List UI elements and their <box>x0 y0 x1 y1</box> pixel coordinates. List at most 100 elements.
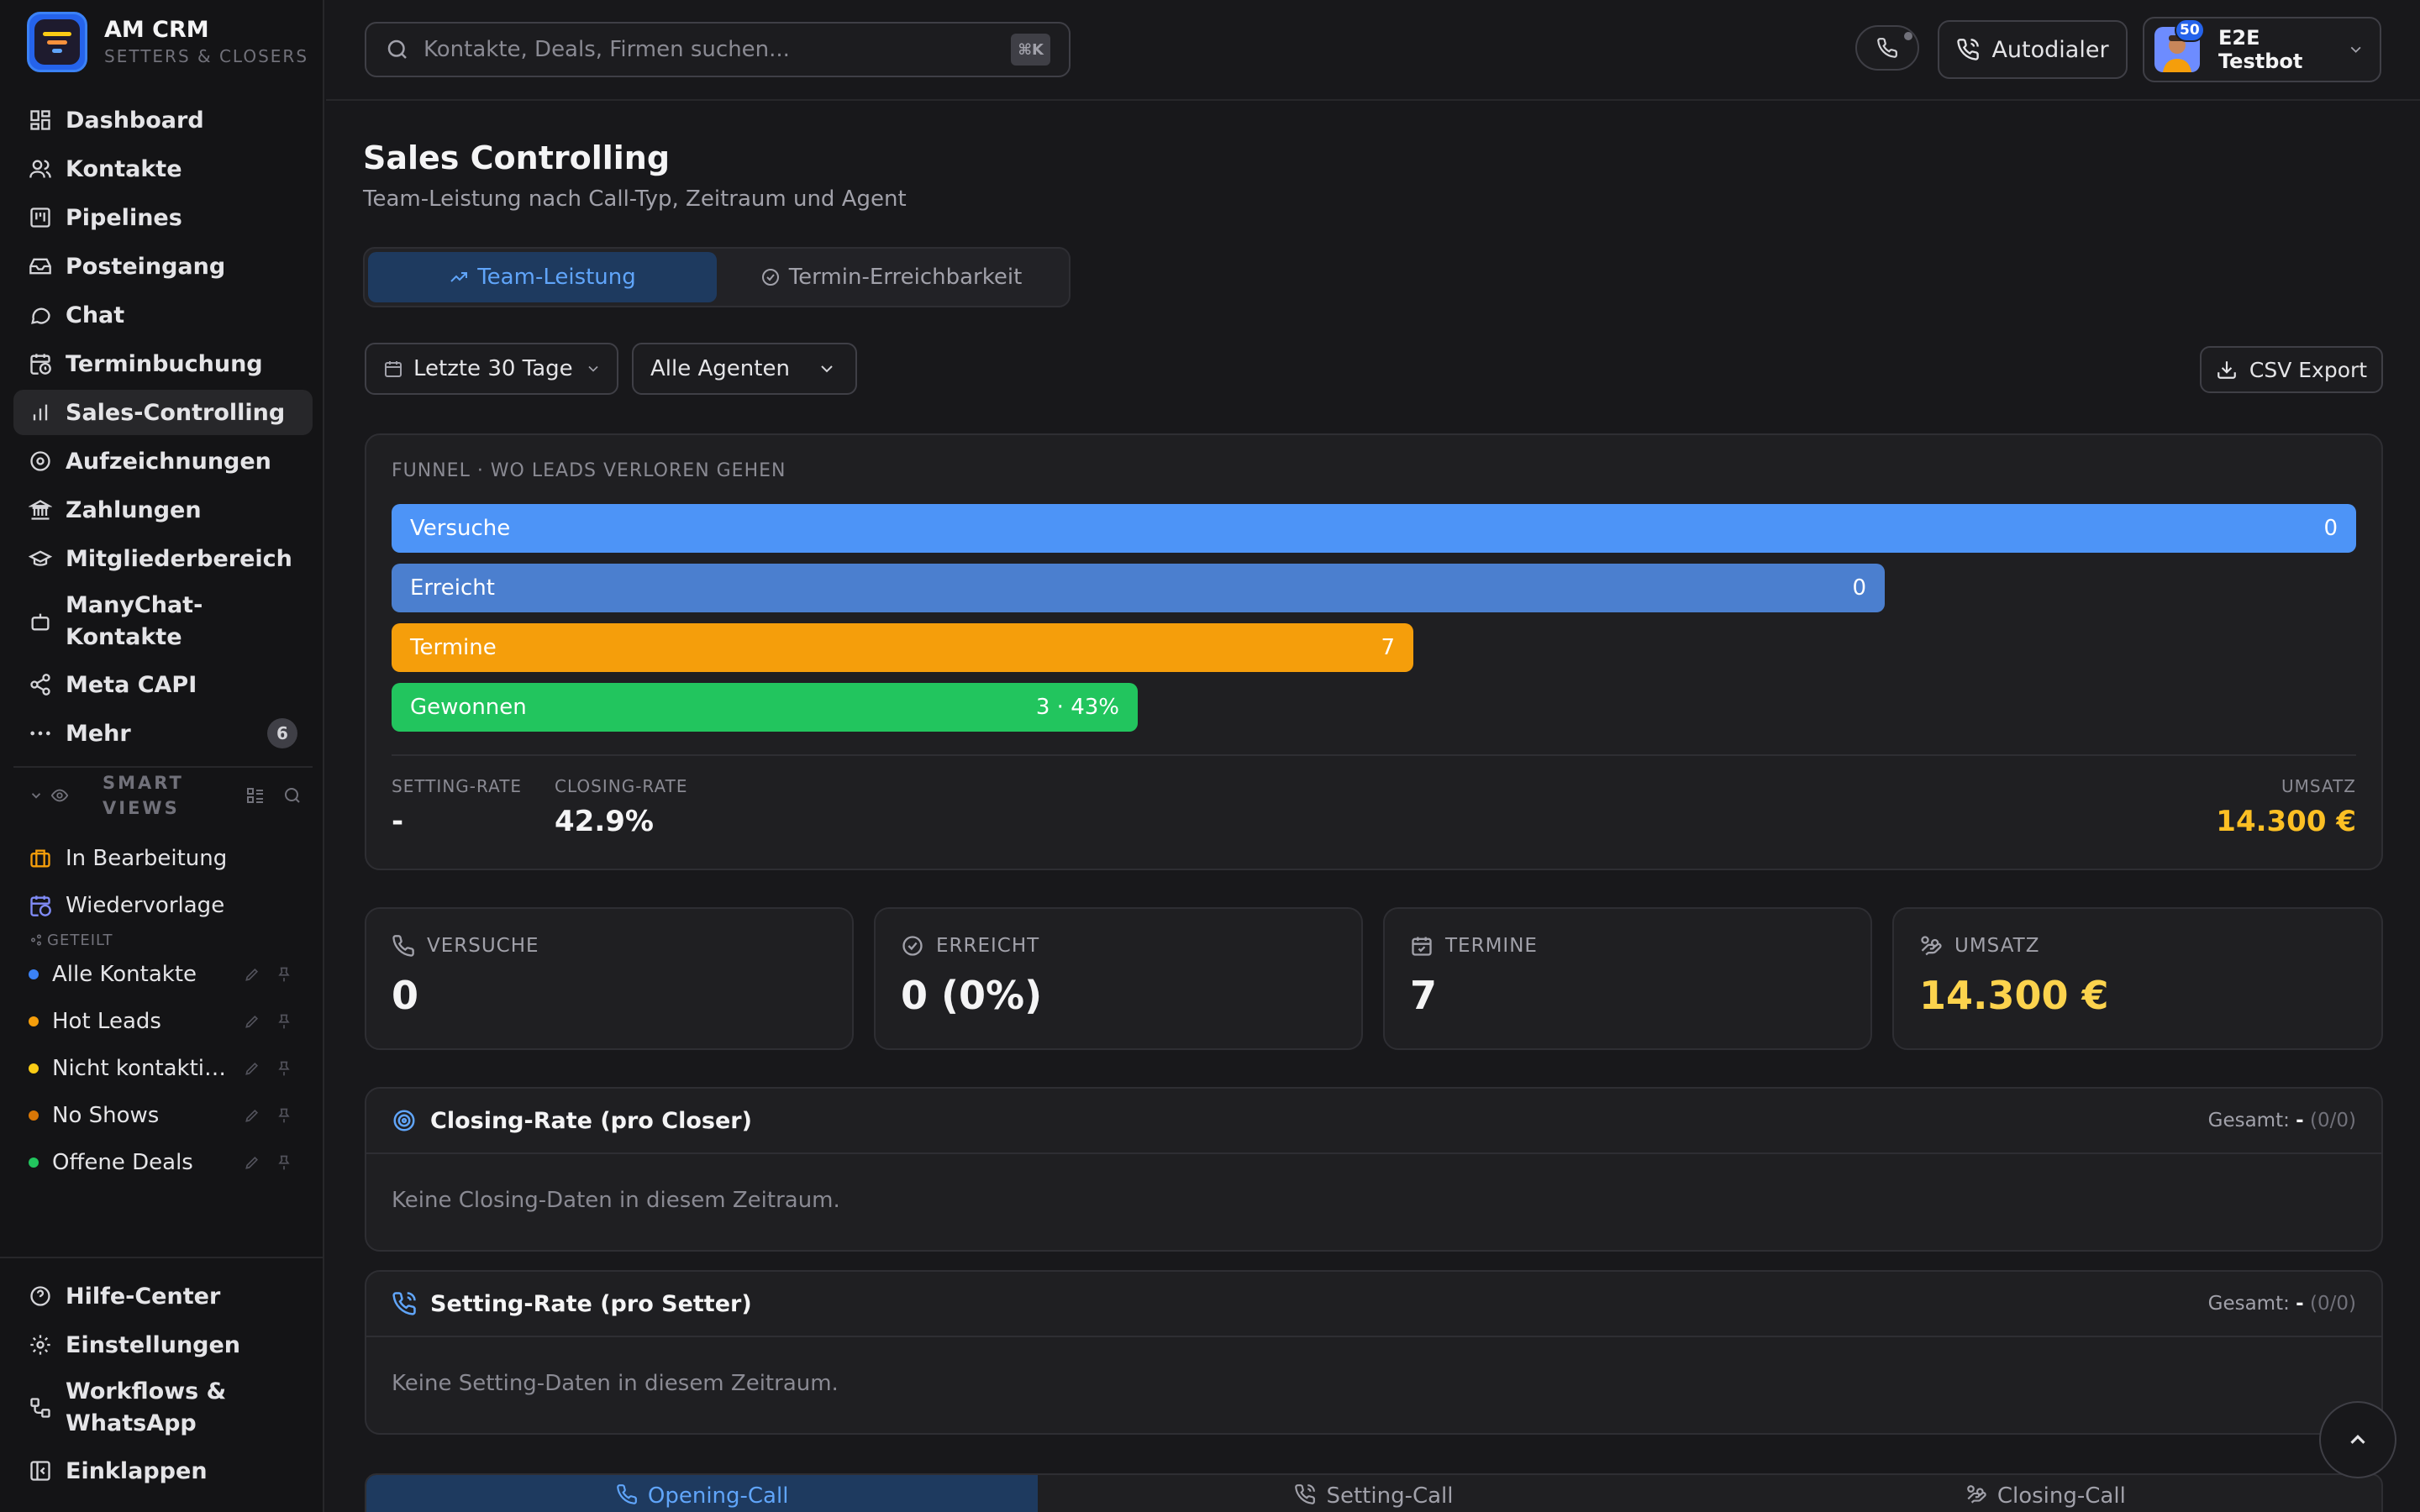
shared-view-label: Offene Deals <box>52 1150 193 1175</box>
nav-item-terminbuchung[interactable]: Terminbuchung <box>13 341 313 386</box>
stat-label: TERMINE <box>1445 935 1538 957</box>
shared-view-label: No Shows <box>52 1103 160 1128</box>
setting-total: Gesamt: - (0/0) <box>2208 1293 2356 1315</box>
nav-item-hilfe-center[interactable]: Hilfe-Center <box>13 1273 311 1319</box>
eye-icon[interactable] <box>50 786 69 805</box>
tab-label: Team-Leistung <box>477 265 636 290</box>
nav-item-posteingang[interactable]: Posteingang <box>13 244 313 289</box>
nav-item-einstellungen[interactable]: Einstellungen <box>13 1322 311 1368</box>
nav-item-chat[interactable]: Chat <box>13 292 313 338</box>
shared-view-alle-kontakte[interactable]: Alle Kontakte <box>13 951 313 998</box>
stat-card-versuche: VERSUCHE 0 <box>365 907 854 1050</box>
funnel-card: FUNNEL · WO LEADS VERLOREN GEHEN Versuch… <box>365 433 2383 870</box>
nav-item-dashboard[interactable]: Dashboard <box>13 97 313 143</box>
pencil-icon[interactable] <box>244 1013 260 1030</box>
stat-card-erreicht: ERREICHT 0 (0%) <box>874 907 1363 1050</box>
search-icon <box>387 39 407 59</box>
nav-label: Posteingang <box>66 253 226 280</box>
nav-item-einklappen[interactable]: Einklappen <box>13 1448 311 1494</box>
funnel-bar-value: 0 <box>1852 575 1866 601</box>
setting-rate-title: Setting-Rate (pro Setter) <box>430 1290 752 1317</box>
collapse-sidebar-icon <box>30 1461 50 1481</box>
pin-icon[interactable] <box>276 1107 292 1124</box>
agent-filter[interactable]: Alle Agenten <box>632 343 857 395</box>
phone-call-icon <box>392 1292 416 1315</box>
nav-label: Dashboard <box>66 107 204 134</box>
funnel-bar-versuche: Versuche 0 <box>392 504 2356 553</box>
autodialer-button[interactable]: Autodialer <box>1938 20 2128 79</box>
nav-item-mehr[interactable]: Mehr 6 <box>13 711 313 756</box>
color-dot <box>29 1110 39 1121</box>
setting-rate-card: Setting-Rate (pro Setter) Gesamt: - (0/0… <box>365 1270 2383 1435</box>
color-dot <box>29 1016 39 1026</box>
pin-icon[interactable] <box>276 1013 292 1030</box>
nav-item-manychat[interactable]: ManyChat-Kontakte <box>13 585 313 659</box>
funnel-bar-termine: Termine 7 <box>392 623 1413 672</box>
stat-value: 7 <box>1410 973 1438 1018</box>
pin-icon[interactable] <box>276 1154 292 1171</box>
hand-coins-icon <box>1967 1485 1986 1504</box>
brand[interactable]: AM CRM SETTERS & CLOSERS <box>27 12 308 72</box>
shared-view-hot-leads[interactable]: Hot Leads <box>13 998 313 1045</box>
tab-label: Setting-Call <box>1326 1483 1454 1509</box>
chat-icon <box>31 307 50 324</box>
page-title: Sales Controlling <box>363 139 671 176</box>
tab-closing-call[interactable]: Closing-Call <box>1710 1475 2381 1512</box>
check-circle-icon <box>902 936 923 956</box>
tab-termin-erreichbarkeit[interactable]: Termin-Erreichbarkeit <box>717 252 1065 302</box>
user-menu-button[interactable]: 50 E2E Testbot <box>2143 17 2381 82</box>
total-label: Gesamt: <box>2207 1293 2290 1315</box>
pencil-icon[interactable] <box>244 1107 260 1124</box>
pencil-icon[interactable] <box>244 966 260 983</box>
phone-button[interactable] <box>1855 25 1919 71</box>
csv-export-button[interactable]: CSV Export <box>2200 346 2383 393</box>
nav-label: ManyChat-Kontakte <box>66 592 203 650</box>
calendar-clock-icon <box>30 354 51 375</box>
main-nav: Dashboard Kontakte Pipelines Posteingang… <box>13 97 313 759</box>
autodialer-label: Autodialer <box>1991 36 2109 63</box>
funnel-heading: FUNNEL · WO LEADS VERLOREN GEHEN <box>392 460 786 481</box>
mehr-count-badge: 6 <box>267 718 297 748</box>
pin-icon[interactable] <box>276 966 292 983</box>
pin-icon[interactable] <box>276 1060 292 1077</box>
period-filter[interactable]: Letzte 30 Tage <box>365 343 618 395</box>
nav-item-mitgliederbereich[interactable]: Mitgliederbereich <box>13 536 313 581</box>
setting-empty-state: Keine Setting-Daten in diesem Zeitraum. <box>392 1371 839 1396</box>
smart-view-wiedervorlage[interactable]: Wiedervorlage <box>13 882 313 929</box>
shared-view-nicht-kontaktiert[interactable]: Nicht kontaktiert <box>13 1045 313 1092</box>
nav-item-sales-controlling[interactable]: Sales-Controlling <box>13 390 313 435</box>
tab-setting-call[interactable]: Setting-Call <box>1038 1475 1709 1512</box>
tab-opening-call[interactable]: Opening-Call <box>366 1475 1039 1512</box>
page-subtitle: Team-Leistung nach Call-Typ, Zeitraum un… <box>363 186 907 212</box>
shared-view-label: Hot Leads <box>52 1009 161 1034</box>
nav-item-aufzeichnungen[interactable]: Aufzeichnungen <box>13 438 313 484</box>
nav-item-workflows[interactable]: Workflows & WhatsApp <box>13 1371 311 1445</box>
stat-value: 14.300 € <box>1919 973 2109 1018</box>
smart-view-in-bearbeitung[interactable]: In Bearbeitung <box>13 835 313 882</box>
global-search[interactable]: ⌘K <box>365 22 1071 77</box>
total-value: - <box>2296 1293 2304 1315</box>
funnel-bar-value: 3 · 43% <box>1035 695 1119 720</box>
nav-item-meta-capi[interactable]: Meta CAPI <box>13 662 313 707</box>
csv-export-label: CSV Export <box>2249 357 2368 382</box>
pencil-icon[interactable] <box>244 1060 260 1077</box>
list-view-icon[interactable] <box>245 785 266 806</box>
nav-item-kontakte[interactable]: Kontakte <box>13 146 313 192</box>
phone-icon <box>617 1484 637 1504</box>
user-level-badge: 50 <box>2175 18 2205 42</box>
shared-view-offene-deals[interactable]: Offene Deals <box>13 1139 313 1186</box>
nav-item-zahlungen[interactable]: Zahlungen <box>13 487 313 533</box>
nav-item-pipelines[interactable]: Pipelines <box>13 195 313 240</box>
chevron-down-icon[interactable] <box>29 788 44 803</box>
pencil-icon[interactable] <box>244 1154 260 1171</box>
smart-view-label: In Bearbeitung <box>66 846 228 871</box>
shared-view-no-shows[interactable]: No Shows <box>13 1092 313 1139</box>
scroll-to-top-button[interactable] <box>2319 1401 2396 1478</box>
agent-filter-value: Alle Agenten <box>650 356 790 381</box>
tab-team-leistung[interactable]: Team-Leistung <box>368 252 717 302</box>
search-input[interactable] <box>424 37 1012 62</box>
setting-rate-label: SETTING-RATE <box>392 776 523 796</box>
search-icon[interactable] <box>282 785 302 806</box>
avatar: 50 <box>2154 18 2205 72</box>
tab-label: Termin-Erreichbarkeit <box>788 265 1023 290</box>
